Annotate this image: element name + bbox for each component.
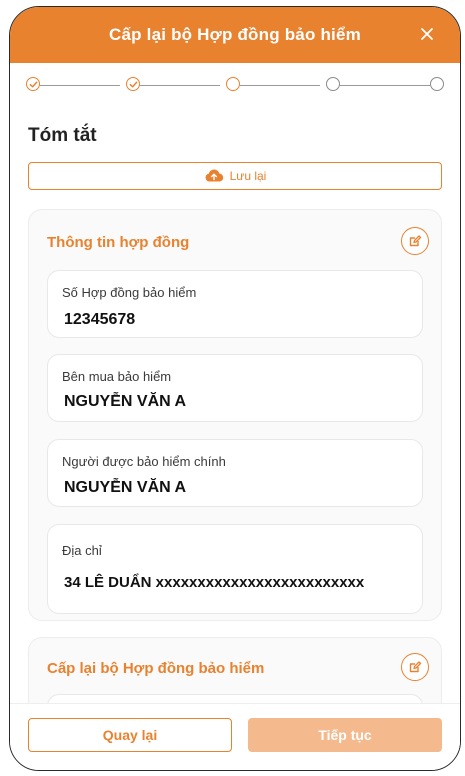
step-1 — [26, 77, 40, 91]
step-3 — [226, 77, 240, 91]
edit-icon — [409, 661, 422, 673]
policyholder-field: Bên mua bảo hiểm NGUYỄN VĂN A — [47, 354, 423, 422]
field-value: 12345678 — [64, 311, 136, 328]
close-icon — [421, 28, 433, 40]
step-5 — [430, 77, 444, 91]
stepper-line — [40, 85, 120, 86]
contract-card-title: Thông tin hợp đồng — [47, 234, 190, 251]
save-button[interactable]: Lưu lại — [28, 162, 442, 190]
continue-button[interactable]: Tiếp tục — [248, 718, 442, 752]
address-field: Địa chỉ 34 LÊ DUẨN xxxxxxxxxxxxxxxxxxxxx… — [47, 524, 423, 614]
stepper-line — [140, 85, 220, 86]
page-title: Cấp lại bộ Hợp đồng bảo hiểm — [109, 25, 361, 44]
stepper-line — [240, 85, 320, 86]
cloud-upload-icon — [205, 169, 223, 182]
field-label: Số Hợp đồng bảo hiểm — [62, 285, 197, 300]
close-button[interactable] — [414, 21, 440, 47]
step-4 — [326, 77, 340, 91]
contract-number-field: Số Hợp đồng bảo hiểm 12345678 — [47, 270, 423, 338]
check-circle-icon — [129, 81, 137, 87]
field-label: Người được bảo hiểm chính — [62, 454, 226, 469]
save-label: Lưu lại — [229, 169, 267, 183]
app-screen: Cấp lại bộ Hợp đồng bảo hiểm Tóm tắt Lưu… — [9, 6, 461, 771]
field-value: NGUYỄN VĂN A — [64, 479, 187, 496]
check-circle-icon — [29, 81, 37, 87]
step-2 — [126, 77, 140, 91]
field-value: NGUYỄN VĂN A — [64, 393, 187, 410]
edit-contract-button[interactable] — [401, 227, 429, 255]
edit-icon — [409, 235, 422, 247]
field-value: 34 LÊ DUẨN xxxxxxxxxxxxxxxxxxxxxxxxx — [64, 574, 365, 591]
stepper-line — [340, 85, 430, 86]
contract-info-card: Thông tin hợp đồng Số Hợp đồng bảo hiểm … — [28, 209, 442, 621]
field-label: Địa chỉ — [62, 543, 102, 558]
insured-person-field: Người được bảo hiểm chính NGUYỄN VĂN A — [47, 439, 423, 507]
progress-stepper — [10, 63, 460, 107]
header-bar: Cấp lại bộ Hợp đồng bảo hiểm — [10, 7, 460, 63]
summary-title: Tóm tắt — [28, 125, 97, 146]
back-button[interactable]: Quay lại — [28, 718, 232, 752]
edit-reissue-button[interactable] — [401, 653, 429, 681]
field-label: Bên mua bảo hiểm — [62, 369, 172, 384]
reissue-card-title: Cấp lại bộ Hợp đồng bảo hiểm — [47, 660, 265, 677]
footer-bar: Quay lại Tiếp tục — [10, 703, 460, 770]
